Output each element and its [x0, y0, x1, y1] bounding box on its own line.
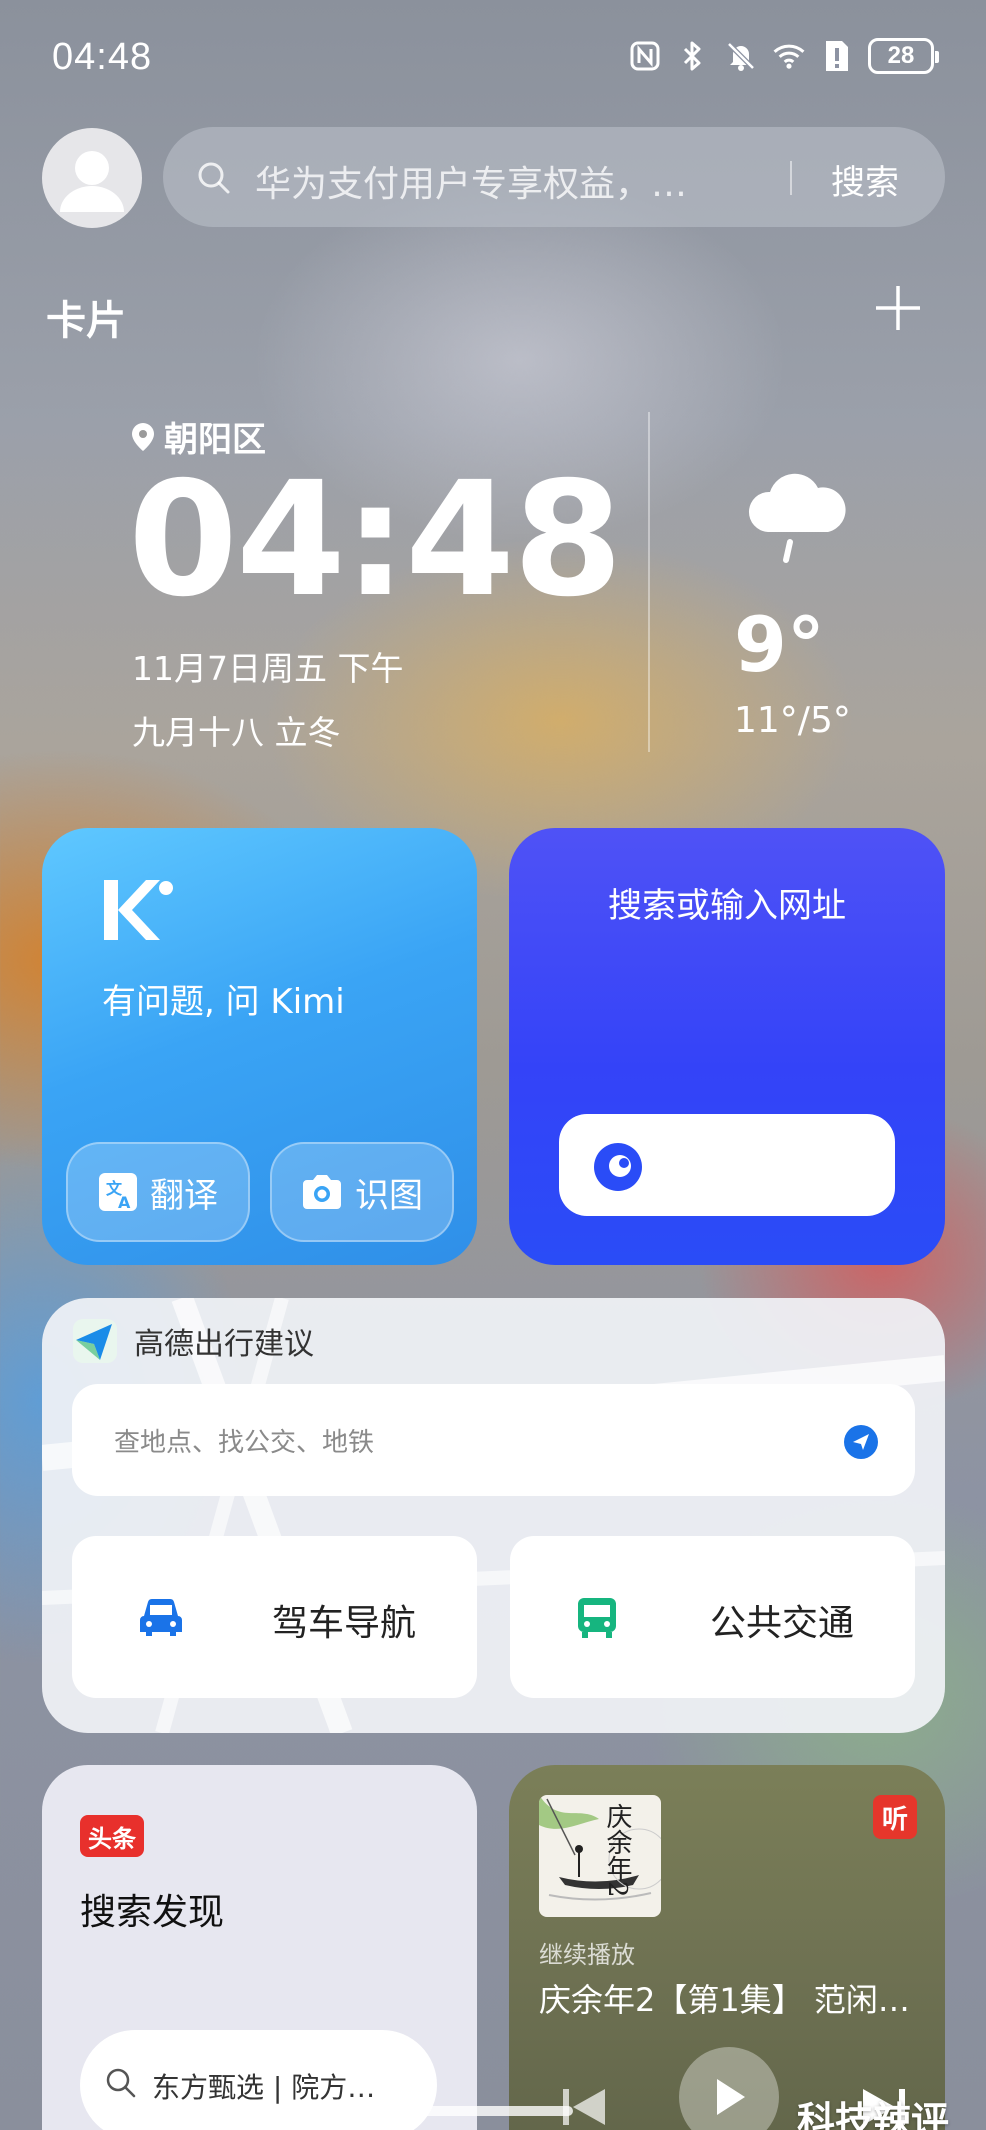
album-text: 庆余年2: [602, 1803, 632, 1898]
search-icon: [106, 2068, 136, 2102]
status-icons: 28: [628, 38, 939, 74]
play-icon: [717, 2079, 745, 2115]
bus-icon: [576, 1596, 618, 1644]
album-cover[interactable]: 庆余年2: [539, 1795, 661, 1917]
amap-header: 高德出行建议: [72, 1318, 314, 1364]
svg-text:A: A: [118, 1193, 131, 1212]
public-transit-button[interactable]: 公共交通: [510, 1536, 915, 1698]
translate-label: 翻译: [150, 1175, 218, 1216]
section-title: 卡片: [46, 298, 126, 344]
clock-time: 04:48: [128, 448, 623, 632]
search-button[interactable]: 搜索: [831, 155, 899, 204]
home-indicator[interactable]: [413, 2106, 573, 2116]
cloud-drizzle-icon: [742, 468, 852, 572]
listen-app-badge: 听: [873, 1795, 917, 1839]
add-card-button[interactable]: [872, 282, 924, 334]
search-icon: [197, 161, 231, 199]
amap-search-placeholder: 查地点、找公交、地铁: [114, 1428, 375, 1458]
plus-icon: [876, 286, 920, 330]
nfc-icon: [628, 39, 662, 73]
browser-widget[interactable]: 搜索或输入网址: [509, 828, 945, 1265]
play-button[interactable]: [679, 2047, 779, 2130]
toutiao-search-text: 东方甄选 | 院方…: [152, 2071, 376, 2104]
audio-player-widget[interactable]: 庆余年2 听 继续播放 庆余年2【第1集】 范闲…: [509, 1765, 945, 2130]
kimi-logo-icon: [102, 878, 176, 946]
temperature-range: 11°/5°: [734, 700, 851, 741]
toutiao-title: 搜索发现: [80, 1892, 225, 1933]
car-icon: [138, 1596, 184, 1642]
translate-icon: 文A: [99, 1173, 137, 1212]
sim-alert-icon: [820, 39, 854, 73]
track-title: 庆余年2【第1集】 范闲…: [539, 1981, 910, 2019]
lunar-date-text: 九月十八 立冬: [132, 713, 341, 752]
navigation-arrow-icon[interactable]: [843, 1424, 879, 1464]
browser-logo-icon: [593, 1142, 643, 1196]
camera-icon: [303, 1175, 341, 1209]
temperature: 9°: [734, 600, 825, 689]
amap-title: 高德出行建议: [134, 1327, 314, 1362]
widget-divider: [648, 412, 650, 752]
status-time: 04:48: [52, 36, 153, 78]
toutiao-logo-badge: 头条: [80, 1815, 144, 1857]
wifi-icon: [772, 39, 806, 73]
status-bar: 04:48 28: [0, 0, 986, 115]
browser-title: 搜索或输入网址: [608, 886, 846, 926]
public-transit-label: 公共交通: [710, 1603, 855, 1644]
kimi-widget[interactable]: 有问题, 问 Kimi 文A 翻译 识图: [42, 828, 477, 1265]
kimi-prompt[interactable]: 有问题, 问 Kimi: [102, 974, 345, 1023]
amap-search-input[interactable]: 查地点、找公交、地铁: [72, 1384, 915, 1496]
mute-bell-icon: [724, 39, 758, 73]
browser-address-input[interactable]: [559, 1114, 895, 1216]
search-divider: [790, 161, 792, 195]
search-input[interactable]: 华为支付用户专享权益，…: [255, 155, 687, 207]
bluetooth-icon: [676, 39, 710, 73]
date-text: 11月7日周五 下午: [132, 649, 404, 688]
drive-navigation-label: 驾车导航: [272, 1603, 417, 1644]
drive-navigation-button[interactable]: 驾车导航: [72, 1536, 477, 1698]
battery-icon: 28: [868, 38, 939, 74]
continue-playing-label: 继续播放: [539, 1941, 635, 1969]
toutiao-widget[interactable]: 头条 搜索发现 东方甄选 | 院方…: [42, 1765, 477, 2130]
translate-button[interactable]: 文A 翻译: [66, 1142, 250, 1242]
image-recognition-button[interactable]: 识图: [270, 1142, 454, 1242]
watermark: 科技辣评: [797, 2099, 950, 2130]
amap-logo-icon: [73, 1319, 117, 1363]
avatar[interactable]: [42, 128, 142, 228]
amap-widget[interactable]: 高德出行建议 查地点、找公交、地铁 驾车导航 公共交通: [42, 1298, 945, 1733]
image-recognition-label: 识图: [355, 1175, 423, 1216]
toutiao-search-input[interactable]: 东方甄选 | 院方…: [80, 2030, 437, 2130]
search-bar[interactable]: 华为支付用户专享权益，… 搜索: [163, 127, 945, 227]
